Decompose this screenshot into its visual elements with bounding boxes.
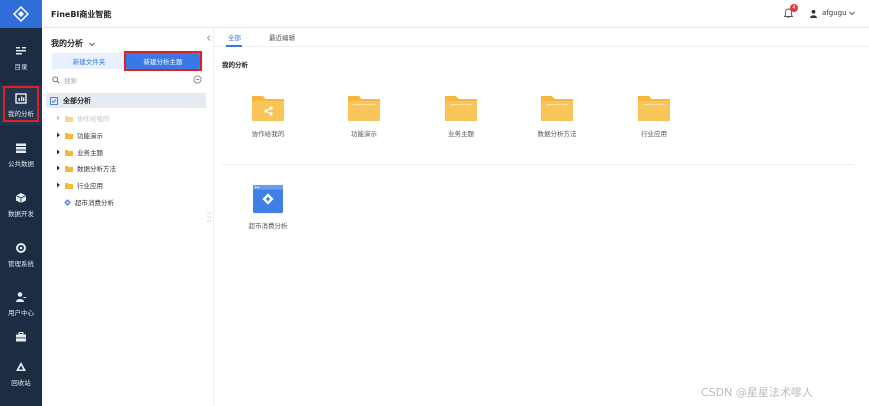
tree-item-label: 超市消费分析 <box>75 199 114 207</box>
all-analysis-icon <box>50 96 58 105</box>
search-icon <box>52 76 60 84</box>
resize-handle[interactable] <box>207 211 211 223</box>
analysis-panel: 我的分析 新建文件夹 新建分析主题 搜索 全部分析 协作给我的 功能演示 业务主… <box>42 28 214 406</box>
tab-recent[interactable]: 最近编辑 <box>269 32 295 42</box>
watermark: CSDN @星星法术嗲人 <box>701 386 813 399</box>
briefcase-icon <box>15 331 27 343</box>
nav-item-catalog[interactable]: 目录 <box>0 38 42 78</box>
section-divider <box>222 164 854 165</box>
card-label: 超市消费分析 <box>248 222 288 230</box>
folder-icon <box>65 132 73 139</box>
nav-label: 数据开发 <box>8 210 34 218</box>
tree-item-label: 行业应用 <box>77 182 103 190</box>
card-label: 协作给我的 <box>251 130 285 138</box>
nav-item-recycle[interactable]: 回收站 <box>0 354 42 394</box>
folder-icon <box>65 115 73 122</box>
folder-card[interactable]: 数据分析方法 <box>517 92 597 152</box>
collapse-panel-icon[interactable] <box>205 34 213 42</box>
nav-item-user-center[interactable]: 用户中心 <box>0 284 42 324</box>
tree-root-label: 全部分析 <box>63 96 91 105</box>
card-label: 功能演示 <box>351 130 377 138</box>
folder-icon <box>65 182 73 189</box>
expand-arrow-icon[interactable] <box>56 182 61 188</box>
folder-icon <box>65 165 73 172</box>
data-dev-icon <box>15 192 27 204</box>
folder-card[interactable]: 业务主题 <box>421 92 501 152</box>
recycle-icon <box>15 361 27 373</box>
expand-arrow-icon[interactable] <box>56 165 61 171</box>
expand-arrow-icon[interactable] <box>56 115 61 121</box>
folder-icon <box>638 96 670 121</box>
chevron-down-icon <box>89 42 95 46</box>
nav-item-tools[interactable] <box>0 324 42 354</box>
main-content: 全部 最近编辑 我的分析 协作给我的 功能演示 业务主题 数据分析方法 行业应用… <box>214 28 869 406</box>
user-center-icon <box>15 291 27 303</box>
tab-bar: 全部 最近编辑 <box>214 28 869 47</box>
card-label: 数据分析方法 <box>537 130 577 138</box>
panel-title-text: 我的分析 <box>51 39 83 48</box>
tree-item[interactable]: 超市消费分析 <box>56 195 114 209</box>
add-circle-icon[interactable] <box>193 75 202 84</box>
catalog-icon <box>15 45 27 57</box>
nav-label: 回收站 <box>11 379 31 387</box>
shared-folder-icon <box>252 96 284 121</box>
nav-item-public-data[interactable]: 公共数据 <box>0 135 42 175</box>
new-folder-button[interactable]: 新建文件夹 <box>52 53 126 69</box>
app-title: FineBI商业智能 <box>51 10 112 19</box>
card-label: 业务主题 <box>448 130 474 138</box>
username[interactable]: afgugu <box>822 9 847 17</box>
nav-label: 公共数据 <box>8 160 34 168</box>
panel-title[interactable]: 我的分析 <box>51 38 96 49</box>
card-label: 行业应用 <box>641 130 667 138</box>
top-header: FineBI商业智能 4 afgugu <box>42 0 869 28</box>
tree-item[interactable]: 功能演示 <box>56 128 103 142</box>
tree-item-label: 业务主题 <box>77 149 103 157</box>
folder-icon <box>445 96 477 121</box>
tree-root[interactable]: 全部分析 <box>46 93 206 108</box>
tree-item-label: 协作给我的 <box>77 115 110 123</box>
folder-icon <box>541 96 573 121</box>
highlight-box <box>3 86 39 122</box>
expand-arrow-icon[interactable] <box>56 132 61 138</box>
nav-item-my-analysis[interactable]: 我的分析 <box>0 85 42 125</box>
tree-item[interactable]: 协作给我的 <box>56 111 110 125</box>
folder-icon <box>348 96 380 121</box>
tree-item[interactable]: 业务主题 <box>56 145 103 159</box>
search-placeholder: 搜索 <box>64 77 77 85</box>
public-data-icon <box>15 142 27 154</box>
tree-item-label: 功能演示 <box>77 132 103 140</box>
nav-rail: 目录 我的分析 公共数据 数据开发 管理系统 用户中心 回收站 <box>0 0 42 406</box>
tree-item-label: 数据分析方法 <box>77 165 116 173</box>
nav-label: 目录 <box>14 63 28 71</box>
folder-icon <box>65 149 73 156</box>
folder-card[interactable]: 功能演示 <box>324 92 404 152</box>
expand-arrow-icon[interactable] <box>56 149 61 155</box>
active-tab-indicator <box>226 45 242 47</box>
search-input[interactable]: 搜索 <box>52 74 202 86</box>
folder-card[interactable]: 协作给我的 <box>228 92 308 152</box>
analysis-theme-icon <box>64 198 71 206</box>
admin-icon <box>15 242 27 254</box>
tab-all[interactable]: 全部 <box>228 32 241 42</box>
logo-icon <box>13 6 29 22</box>
new-theme-button[interactable]: 新建分析主题 <box>126 53 200 69</box>
nav-label: 管理系统 <box>8 260 34 268</box>
tree-item[interactable]: 行业应用 <box>56 178 103 192</box>
tree-item[interactable]: 数据分析方法 <box>56 161 116 175</box>
theme-card[interactable]: 超市消费分析 <box>228 184 308 244</box>
nav-item-admin[interactable]: 管理系统 <box>0 235 42 275</box>
section-title: 我的分析 <box>222 61 248 69</box>
analysis-theme-icon <box>253 184 283 214</box>
nav-item-data-dev[interactable]: 数据开发 <box>0 185 42 225</box>
notification-badge: 4 <box>790 4 798 12</box>
nav-label: 用户中心 <box>8 309 34 317</box>
user-icon <box>810 9 817 18</box>
chevron-down-icon[interactable] <box>848 9 856 17</box>
folder-card[interactable]: 行业应用 <box>614 92 694 152</box>
app-logo[interactable] <box>0 0 42 28</box>
